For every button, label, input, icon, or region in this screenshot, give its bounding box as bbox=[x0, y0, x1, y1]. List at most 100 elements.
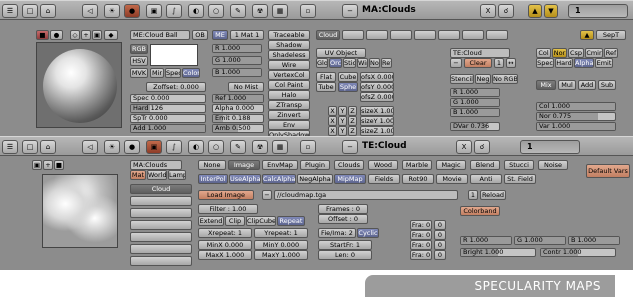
world-icon-2[interactable]: ◐ bbox=[188, 140, 204, 154]
default-vars-button[interactable]: Default Vars bbox=[586, 164, 630, 178]
zoffset-field[interactable]: Zoffset: 0.000 bbox=[146, 82, 206, 92]
spec-slider[interactable]: Spec 0.000 bbox=[130, 94, 206, 103]
map-x2-button[interactable]: X bbox=[328, 116, 337, 126]
alpha-slider[interactable]: Alpha 0.000 bbox=[212, 104, 264, 113]
home-icon[interactable]: ⌂ bbox=[40, 4, 56, 18]
render-icon-2[interactable]: ▦ bbox=[272, 140, 288, 154]
lamp-icon-2[interactable]: ☀ bbox=[104, 140, 120, 154]
no-mist-button[interactable]: No Mist bbox=[228, 82, 264, 92]
extend-button[interactable]: Extend bbox=[198, 216, 224, 226]
win-button[interactable]: Win bbox=[357, 58, 368, 68]
maxx-field[interactable]: MaxX 1.000 bbox=[198, 250, 252, 260]
sphe-button[interactable]: Sphe bbox=[338, 82, 358, 92]
map-x3-button[interactable]: X bbox=[328, 126, 337, 136]
stencil-toggle[interactable]: Stencil bbox=[450, 74, 474, 84]
map-hard-toggle[interactable]: Hard bbox=[555, 58, 573, 68]
map-z1-button[interactable]: Z bbox=[348, 106, 357, 116]
texture-slot-3[interactable] bbox=[130, 208, 192, 218]
sptr-slider[interactable]: SpTr 0.000 bbox=[130, 114, 206, 123]
emit-slider[interactable]: Emit 0.188 bbox=[212, 114, 264, 123]
map-x1-button[interactable]: X bbox=[328, 106, 337, 116]
colorband-button[interactable]: Colorband bbox=[460, 206, 500, 216]
paint-icon[interactable]: ✎ bbox=[230, 4, 246, 18]
miny-field[interactable]: MinY 0.000 bbox=[254, 240, 308, 250]
color-swatch[interactable] bbox=[150, 44, 198, 66]
ref-slider[interactable]: Ref 1.000 bbox=[212, 94, 264, 103]
rgb-mode-button[interactable]: RGB bbox=[130, 44, 148, 54]
add-slider[interactable]: Add 1.000 bbox=[130, 124, 206, 133]
mipmap-toggle[interactable]: MipMap bbox=[334, 174, 366, 184]
material-icon[interactable]: ● bbox=[124, 4, 140, 18]
texture-slot-6[interactable] bbox=[130, 244, 192, 254]
tex-g-value-slider[interactable]: G 1.000 bbox=[514, 236, 566, 245]
sept-button[interactable]: SepT bbox=[596, 30, 626, 40]
fra-1-field[interactable]: Fra: 0 bbox=[410, 220, 432, 230]
type-blend-button[interactable]: Blend bbox=[470, 160, 500, 170]
ofsx-field[interactable]: ofsX 0.000 bbox=[360, 72, 394, 82]
wire-toggle[interactable]: Wire bbox=[268, 60, 310, 70]
type-marble-button[interactable]: Marble bbox=[402, 160, 432, 170]
home-icon-2[interactable]: ⌂ bbox=[40, 140, 56, 154]
len-field[interactable]: Len: 0 bbox=[318, 250, 372, 260]
map-ref-toggle[interactable]: Ref bbox=[604, 48, 618, 58]
spec-button[interactable]: Spec bbox=[165, 68, 181, 78]
halo-toggle[interactable]: Halo bbox=[268, 90, 310, 100]
ofsy-field[interactable]: ofsY 0.000 bbox=[360, 82, 394, 92]
anim-icon[interactable]: ∫ bbox=[166, 4, 182, 18]
texture-slot-5[interactable] bbox=[130, 232, 192, 242]
xrepeat-field[interactable]: Xrepeat: 1 bbox=[198, 228, 252, 238]
view-icon[interactable]: ◁ bbox=[82, 4, 98, 18]
world-icon[interactable]: ◐ bbox=[188, 4, 204, 18]
col-slider[interactable]: Col 1.000 bbox=[536, 102, 616, 111]
clear-button[interactable]: Clear bbox=[464, 58, 492, 68]
texture-icon[interactable]: ▣ bbox=[146, 4, 162, 18]
lock-icon[interactable]: ▲ bbox=[528, 4, 542, 18]
mesh-name-field[interactable]: ME:Cloud Ball bbox=[130, 30, 190, 40]
texture-name-field[interactable]: TE:Cloud bbox=[450, 48, 510, 58]
bright-slider[interactable]: Bright 1.000 bbox=[460, 248, 536, 257]
world-tex-button[interactable]: World bbox=[147, 170, 167, 180]
delete-texture-icon[interactable]: X bbox=[456, 140, 472, 154]
stick-button[interactable]: Stick bbox=[343, 58, 356, 68]
blend-sub-button[interactable]: Sub bbox=[598, 80, 616, 90]
lamp-tex-button[interactable]: Lamp bbox=[168, 170, 186, 180]
sept-arrow-button[interactable]: ▲ bbox=[580, 30, 594, 40]
preview-b-button[interactable]: + bbox=[81, 30, 91, 40]
fullscreen-icon[interactable]: □ bbox=[22, 4, 38, 18]
minx-field[interactable]: MinX 0.000 bbox=[198, 240, 252, 250]
anim-icon-2[interactable]: ∫ bbox=[166, 140, 182, 154]
channel-2-button[interactable] bbox=[342, 30, 364, 40]
vertexcol-toggle[interactable]: VertexCol bbox=[268, 70, 310, 80]
preview-a-button[interactable]: ◇ bbox=[70, 30, 80, 40]
offset-field[interactable]: Offset : 0 bbox=[318, 214, 368, 224]
type-envmap-button[interactable]: EnvMap bbox=[262, 160, 298, 170]
blend-mix-button[interactable]: Mix bbox=[536, 80, 556, 90]
ob-button[interactable]: OB bbox=[192, 30, 208, 40]
orco-button[interactable]: Orco bbox=[329, 58, 342, 68]
fra-3-field[interactable]: Fra: 0 bbox=[410, 240, 432, 250]
fake-user-icon[interactable]: ↔ bbox=[506, 58, 516, 68]
shadow-toggle[interactable]: Shadow bbox=[268, 40, 310, 50]
usealpha-toggle[interactable]: UseAlpha bbox=[229, 174, 261, 184]
map-col-toggle[interactable]: Col bbox=[536, 48, 551, 58]
anti-toggle[interactable]: Anti bbox=[470, 174, 502, 184]
fra-2-field[interactable]: Fra: 0 bbox=[410, 230, 432, 240]
map-spec-toggle[interactable]: Spec bbox=[536, 58, 554, 68]
movie-toggle[interactable]: Movie bbox=[436, 174, 468, 184]
var-slider[interactable]: Var 1.000 bbox=[536, 122, 616, 131]
type-noise-button[interactable]: Noise bbox=[538, 160, 568, 170]
tex-r-slider[interactable]: R 1.000 bbox=[450, 88, 500, 97]
rot90-toggle[interactable]: Rot90 bbox=[402, 174, 434, 184]
pin-icon[interactable]: ▼ bbox=[544, 4, 558, 18]
preview-d-button[interactable]: ◆ bbox=[104, 30, 118, 40]
map-nor-toggle[interactable]: Nor bbox=[552, 48, 567, 58]
g-slider[interactable]: G 1.000 bbox=[212, 56, 262, 65]
editing-icon-2[interactable]: ▫ bbox=[300, 140, 316, 154]
paint-icon-2[interactable]: ✎ bbox=[230, 140, 246, 154]
tex-menu-button[interactable]: − bbox=[450, 58, 462, 68]
type-clouds-button[interactable]: Clouds bbox=[334, 160, 364, 170]
tube-button[interactable]: Tube bbox=[316, 82, 336, 92]
fra-2-value[interactable]: 0 bbox=[434, 230, 446, 240]
type-plugin-button[interactable]: Plugin bbox=[300, 160, 330, 170]
image-menu-button[interactable]: − bbox=[262, 190, 272, 200]
